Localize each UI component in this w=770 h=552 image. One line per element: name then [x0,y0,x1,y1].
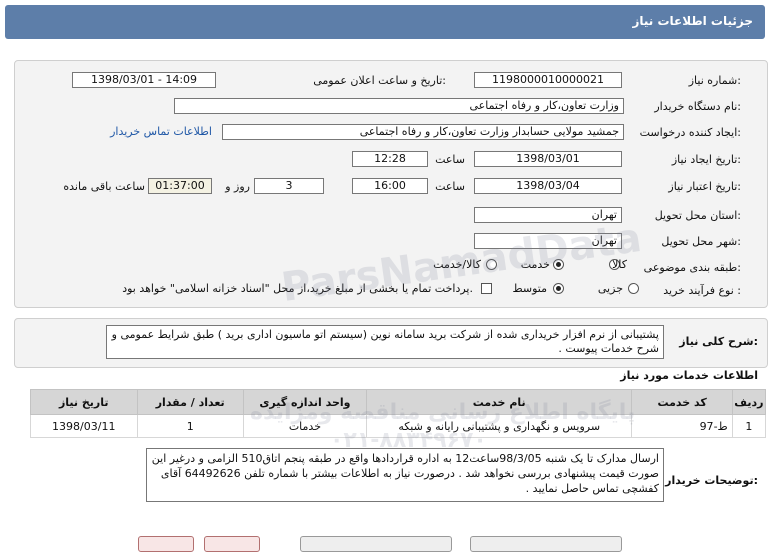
buyer-org-label: نام دستگاه خریدار: [654,100,741,113]
city-field: تهران [474,233,622,249]
bottom-button-4[interactable] [470,536,622,552]
city-label: شهر محل تحویل: [661,235,741,248]
col-code: کد خدمت [631,389,733,415]
description-field: پشتیبانی از نرم افزار خریداری شده از شرک… [106,325,664,359]
description-label: شرح کلی نیاز: [679,335,758,348]
cell-unit: خدمات [242,414,367,438]
cell-name: سرویس و نگهداری و پشتیبانی رایانه و شبکه [365,414,633,438]
process-label: نوع فرآیند خرید : [663,284,741,297]
buyer-org-field: وزارت تعاون،کار و رفاه اجتماعی [174,98,624,114]
bottom-button-3[interactable] [300,536,452,552]
category-goods-label: کالا [612,258,627,271]
requester-field: جمشید مولایی حسابدار وزارت تعاون،کار و ر… [222,124,624,140]
need-number-label: شماره نیاز: [688,74,741,87]
category-radio-goods-service[interactable] [486,259,497,270]
treasury-note: پرداخت تمام یا بخشی از مبلغ خرید،از محل … [122,282,473,295]
created-time-field: 12:28 [352,151,428,167]
services-table: ردیف کد خدمت نام خدمت واحد اندازه گیری ت… [30,389,767,438]
remaining-label: ساعت باقی مانده [63,180,145,193]
category-service-label: خدمت [520,258,550,271]
remaining-time-field: 01:37:00 [148,178,212,194]
created-time-label: ساعت [435,153,465,166]
cell-date: 1398/03/11 [30,414,138,438]
process-radio-medium[interactable] [553,283,564,294]
page-title: جزئیات اطلاعات نیاز [632,14,753,28]
announce-label: تاریخ و ساعت اعلان عمومی: [313,74,446,87]
treasury-checkbox[interactable] [481,283,492,294]
process-medium-label: متوسط [512,282,547,295]
buyer-notes-field: ارسال مدارک تا یک شنبه 98/3/05ساعت12 به … [146,448,664,502]
process-minor-label: جزیی [597,282,623,295]
category-goods-service-label: کالا/خدمت [433,258,481,271]
col-row: ردیف [731,389,767,415]
cell-code: ط-97 [631,414,733,438]
process-radio-minor[interactable] [628,283,639,294]
col-unit: واحد اندازه گیری [242,389,367,415]
bottom-button-2[interactable] [204,536,260,552]
province-field: تهران [474,207,622,223]
col-quantity: تعداد / مقدار [136,389,244,415]
header-bar: جزئیات اطلاعات نیاز [5,5,765,39]
category-label: طبقه بندی موضوعی: [643,261,741,274]
announce-datetime-field: 1398/03/01 - 14:09 [72,72,216,88]
buyer-contact-link[interactable]: اطلاعات تماس خریدار [110,125,212,138]
buyer-notes-label: توضیحات خریدار: [665,474,758,487]
services-heading: اطلاعات خدمات مورد نیاز [620,369,758,382]
bottom-button-1[interactable] [138,536,194,552]
days-label: روز و [225,180,250,193]
created-date-field: 1398/03/01 [474,151,622,167]
deadline-time-label: ساعت [435,180,465,193]
requester-label: ایجاد کننده درخواست: [639,126,741,139]
col-date: تاریخ نیاز [30,389,138,415]
deadline-label: تاریخ اعتبار نیاز: [668,180,741,193]
services-header-row: ردیف کد خدمت نام خدمت واحد اندازه گیری ت… [30,389,767,415]
need-number-field: 1198000010000021 [474,72,622,88]
deadline-time-field: 16:00 [352,178,428,194]
col-name: نام خدمت [365,389,633,415]
cell-row: 1 [731,414,767,438]
category-radio-service[interactable] [553,259,564,270]
table-row: 1 ط-97 سرویس و نگهداری و پشتیبانی رایانه… [30,414,767,438]
province-label: استان محل تحویل: [654,209,741,222]
cell-quantity: 1 [136,414,244,438]
days-remaining-field: 3 [254,178,324,194]
created-date-label: تاریخ ایجاد نیاز: [671,153,741,166]
deadline-date-field: 1398/03/04 [474,178,622,194]
